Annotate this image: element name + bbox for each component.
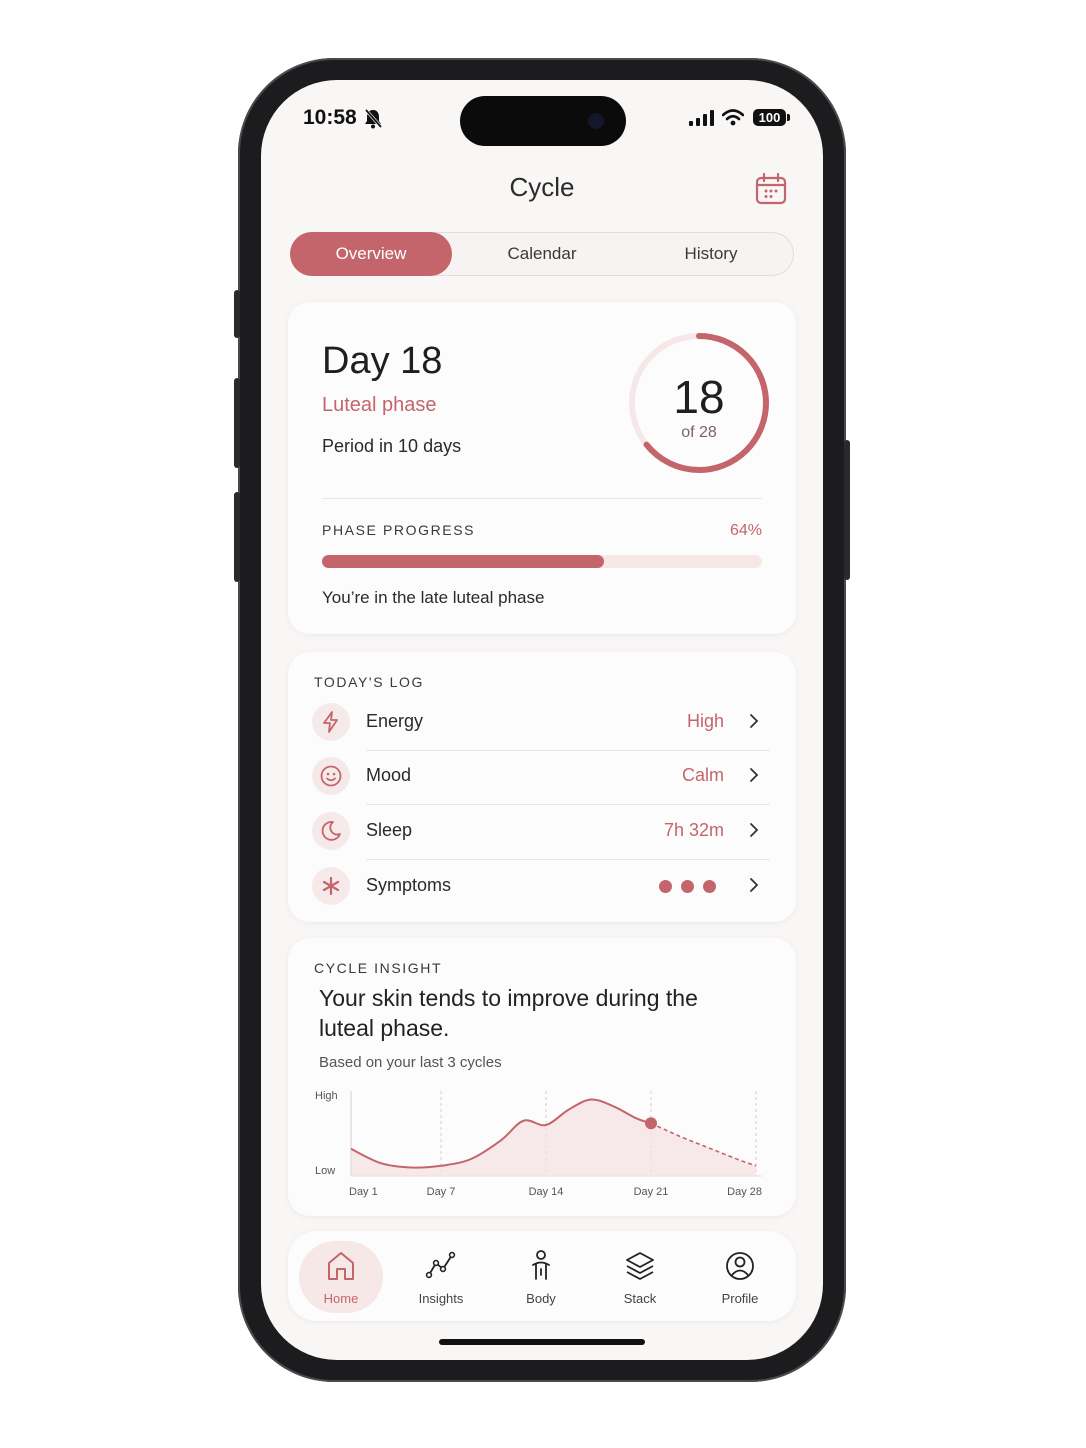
nav-stack[interactable]: Stack	[598, 1241, 682, 1313]
wifi-icon	[722, 109, 744, 126]
cycle-card: Day 18 Luteal phase Period in 10 days 18…	[288, 302, 796, 634]
home-indicator	[439, 1339, 645, 1345]
log-row-symptoms[interactable]: Symptoms	[312, 860, 770, 914]
phase-progress-percent: 64%	[729, 522, 762, 539]
power-button	[844, 440, 850, 580]
screen: 10:58 100 Cycle Overview Calendar Histor…	[261, 80, 823, 1360]
insight-text: Your skin tends to improve during the lu…	[319, 985, 698, 1041]
symptom-dots	[650, 880, 716, 898]
volume-down-button	[234, 492, 240, 582]
moon-icon	[312, 812, 350, 850]
symptom-dot	[703, 880, 716, 893]
todays-log-card: TODAY'S LOG Energy High Mood Calm Sleep …	[288, 652, 796, 922]
status-time: 10:58	[303, 106, 357, 129]
phase-progress-bar	[322, 555, 762, 568]
log-label: Energy	[366, 711, 424, 731]
cycle-phase: Luteal phase	[322, 394, 437, 416]
x-tick-label: Day 14	[529, 1186, 564, 1198]
segmented-tabs: Overview Calendar History	[290, 232, 794, 276]
nav-label: Insights	[418, 1291, 464, 1306]
tab-overview[interactable]: Overview	[290, 232, 452, 276]
insight-subtext: Based on your last 3 cycles	[319, 1054, 502, 1071]
nav-home[interactable]: Home	[299, 1241, 383, 1313]
action-button	[234, 290, 240, 338]
symptom-dot	[681, 880, 694, 893]
log-value: Calm	[681, 765, 724, 785]
phase-progress-label: PHASE PROGRESS	[322, 522, 476, 538]
bottom-nav: Home Insights Body Stack Profile	[288, 1231, 796, 1321]
tab-history[interactable]: History	[628, 232, 794, 276]
battery-tip	[787, 114, 790, 121]
trend-area	[351, 1099, 756, 1176]
x-tick-label: Day 7	[427, 1186, 456, 1198]
nav-label: Profile	[721, 1291, 759, 1306]
smiley-icon	[312, 757, 350, 795]
cycle-length: of 28	[681, 424, 717, 441]
current-day-point	[645, 1117, 657, 1130]
nav-profile[interactable]: Profile	[698, 1241, 782, 1313]
nav-label: Home	[323, 1291, 359, 1306]
tab-calendar[interactable]: Calendar	[458, 232, 626, 276]
symptom-dot	[659, 880, 672, 893]
dynamic-island	[460, 96, 626, 146]
chevron-right-icon	[750, 878, 759, 892]
log-value: 7h 32m	[663, 820, 724, 840]
cycle-day-number: 18	[673, 371, 725, 423]
calendar-icon[interactable]	[754, 172, 788, 206]
page-title: Cycle	[509, 172, 575, 202]
y-tick-label: Low	[315, 1165, 335, 1177]
cycle-day-title: Day 18	[322, 340, 443, 382]
log-row-sleep[interactable]: Sleep 7h 32m	[312, 805, 770, 859]
nav-insights[interactable]: Insights	[399, 1241, 483, 1313]
profile-icon	[726, 1252, 754, 1280]
log-row-mood[interactable]: Mood Calm	[312, 750, 770, 804]
insight-heading: CYCLE INSIGHT	[314, 960, 443, 976]
x-tick-label: Day 1	[349, 1186, 378, 1198]
lightning-icon	[312, 703, 350, 741]
volume-up-button	[234, 378, 240, 468]
chevron-right-icon	[750, 768, 759, 782]
chevron-right-icon	[750, 823, 759, 837]
phase-progress-fill	[322, 555, 604, 568]
log-label: Mood	[366, 765, 412, 785]
signal-icon	[689, 110, 714, 126]
phase-note: You’re in the late luteal phase	[322, 588, 545, 607]
battery-indicator: 100	[753, 109, 786, 126]
nav-label: Stack	[623, 1291, 657, 1306]
x-tick-label: Day 28	[727, 1186, 762, 1198]
chevron-right-icon	[750, 714, 759, 728]
insights-icon	[425, 1251, 456, 1279]
asterisk-icon	[312, 867, 350, 905]
log-label: Sleep	[366, 820, 413, 840]
period-countdown: Period in 10 days	[322, 436, 462, 456]
bell-muted-icon	[364, 108, 383, 129]
nav-label: Body	[526, 1291, 556, 1306]
x-tick-label: Day 21	[634, 1186, 669, 1198]
skin-trend-chart: High Low Day 1 Day 7 Day 14 Day 21 Day 28	[315, 1090, 762, 1198]
y-tick-label: High	[315, 1090, 338, 1102]
home-icon	[328, 1252, 354, 1280]
body-icon	[532, 1250, 550, 1280]
todays-log-heading: TODAY'S LOG	[314, 674, 425, 690]
cycle-insight-card: CYCLE INSIGHT Your skin tends to improve…	[288, 938, 796, 1216]
stack-icon	[626, 1252, 654, 1280]
log-value: High	[686, 711, 724, 731]
divider	[322, 498, 762, 499]
nav-body[interactable]: Body	[499, 1241, 583, 1313]
log-label: Symptoms	[366, 875, 452, 895]
log-row-energy[interactable]: Energy High	[312, 696, 770, 750]
